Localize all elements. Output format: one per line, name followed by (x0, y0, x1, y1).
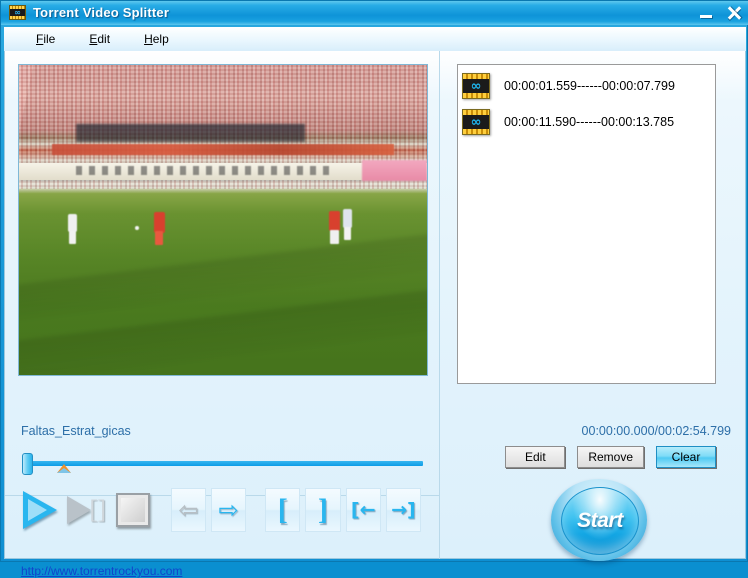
frame-step-bracket-left: [ (89, 495, 99, 524)
menu-help-accesskey: H (144, 32, 153, 46)
film-perforations-bottom (463, 93, 489, 98)
title-bar: ∞ Torrent Video Splitter (1, 1, 748, 25)
film-icon-glyph: ∞ (14, 7, 21, 17)
transport-toolbar: [ ] ⇦ ⇨ [ ] [← →] (18, 481, 426, 539)
video-crowd-dark-band (76, 123, 305, 143)
player-shirt (343, 209, 353, 229)
bracket-close-icon: ] (318, 493, 328, 526)
video-red-seats (51, 144, 395, 155)
film-strip-icon: ∞ (462, 109, 490, 135)
seek-track[interactable] (27, 461, 423, 466)
film-perforations-bottom (10, 16, 25, 19)
arrow-left-icon: ⇦ (178, 496, 199, 524)
goto-start-button[interactable]: [← (345, 488, 381, 532)
video-advertising-text (76, 166, 330, 176)
menu-item-edit[interactable]: Edit (79, 30, 120, 48)
menu-item-help[interactable]: Help (134, 30, 179, 48)
set-end-button[interactable]: ] (305, 488, 341, 532)
seek-thumb[interactable] (22, 453, 33, 475)
player-shirt (329, 210, 341, 232)
video-file-name: Faltas_Estrat_gicas (21, 424, 131, 438)
list-item[interactable]: ∞ 00:00:01.559------00:00:07.799 (458, 71, 715, 101)
video-player-1 (67, 213, 77, 244)
play-button[interactable] (18, 485, 62, 535)
minimize-button[interactable] (697, 4, 715, 22)
frame-step-bracket-right: ] (97, 495, 107, 524)
app-film-strip-icon: ∞ (9, 5, 26, 20)
edit-button[interactable]: Edit (505, 446, 566, 468)
menu-bar: File Edit Help (4, 27, 746, 52)
arrow-right-icon: ⇨ (218, 496, 239, 524)
video-preview[interactable] (18, 64, 428, 376)
player-shorts (69, 231, 76, 244)
previous-button[interactable]: ⇦ (170, 488, 206, 532)
video-frame (19, 65, 427, 375)
goto-end-button[interactable]: →] (385, 488, 422, 532)
segment-time-range: 00:00:11.590------00:00:13.785 (504, 115, 675, 129)
step-button[interactable]: [ ] (64, 485, 108, 535)
right-arrow-bracket-icon: →] (391, 498, 416, 521)
segment-list[interactable]: ∞ 00:00:01.559------00:00:07.799 ∞ 00:00… (457, 64, 716, 384)
bracket-open-icon: [ (277, 493, 288, 526)
stop-button[interactable] (111, 485, 155, 535)
video-player-3 (329, 210, 341, 244)
menu-file-label: ile (43, 32, 56, 46)
seek-bar[interactable] (19, 453, 425, 475)
website-link[interactable]: http://www.torrentrockyou.com (21, 564, 182, 578)
video-player-2 (153, 212, 165, 246)
remove-button[interactable]: Remove (577, 446, 644, 468)
play-icon (23, 491, 58, 529)
video-ball (135, 226, 140, 231)
bracket-left-arrow-icon: [← (350, 498, 376, 521)
frame-step-triangle (67, 496, 92, 524)
client-area: Faltas_Estrat_gicas 00:00:00.000/00:02:5… (4, 51, 746, 578)
player-shorts (344, 227, 352, 241)
segment-actions: Edit Remove Clear (457, 445, 716, 469)
frame-step-icon: [ ] (67, 493, 107, 527)
clear-button[interactable]: Clear (656, 446, 716, 468)
player-shorts (330, 229, 339, 244)
film-strip-icon: ∞ (462, 73, 490, 99)
set-start-button[interactable]: [ (265, 488, 301, 532)
window-controls (697, 3, 743, 23)
segment-marker[interactable] (57, 464, 71, 473)
menu-edit-label: dit (97, 32, 111, 46)
next-button[interactable]: ⇨ (211, 488, 247, 532)
film-icon-glyph: ∞ (470, 114, 482, 130)
start-button-container: Start (551, 479, 647, 561)
player-shirt (67, 213, 77, 233)
film-perforations-bottom (463, 129, 489, 134)
minimize-icon (700, 15, 712, 18)
window-title: Torrent Video Splitter (33, 5, 170, 20)
close-button[interactable] (725, 4, 743, 22)
menu-item-file[interactable]: File (26, 30, 65, 48)
film-icon-glyph: ∞ (470, 78, 482, 94)
video-pink-corner (361, 159, 427, 182)
video-time-display: 00:00:00.000/00:02:54.799 (581, 424, 731, 438)
player-shorts (154, 231, 164, 246)
panel-divider-vertical (439, 51, 440, 559)
list-item[interactable]: ∞ 00:00:11.590------00:00:13.785 (458, 107, 715, 137)
player-shirt (153, 212, 165, 233)
segment-time-range: 00:00:01.559------00:00:07.799 (504, 79, 675, 93)
menu-help-label: elp (152, 32, 169, 46)
stop-icon (115, 493, 150, 527)
video-player-4 (343, 209, 353, 241)
start-button[interactable]: Start (561, 487, 639, 555)
start-button-label: Start (577, 509, 623, 532)
application-window: ∞ Torrent Video Splitter File Edit Help (0, 0, 748, 578)
